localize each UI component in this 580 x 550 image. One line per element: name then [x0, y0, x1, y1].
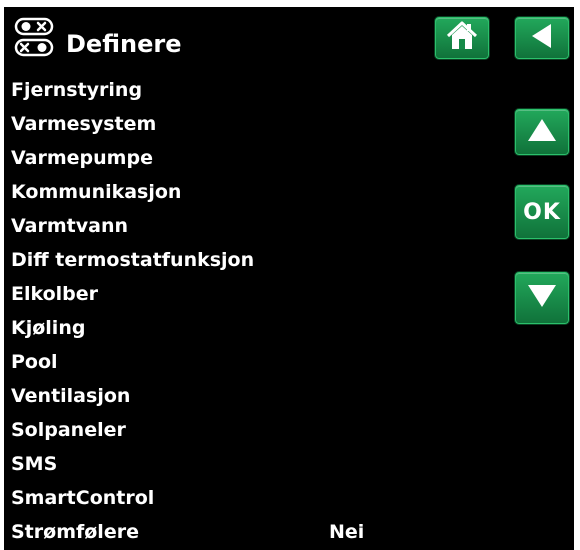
- menu-item-varmtvann[interactable]: Varmtvann: [11, 209, 501, 243]
- menu-item-varmepumpe[interactable]: Varmepumpe: [11, 141, 501, 175]
- menu-item-label: Varmepumpe: [11, 147, 153, 169]
- menu-item-kommunikasjon[interactable]: Kommunikasjon: [11, 175, 501, 209]
- settings-menu-list: Fjernstyring Varmesystem Varmepumpe Komm…: [11, 73, 501, 549]
- menu-item-smartcontrol[interactable]: SmartControl: [11, 481, 501, 515]
- home-button[interactable]: [435, 17, 489, 59]
- menu-item-label: Ventilasjon: [11, 385, 131, 407]
- down-arrow-icon: [526, 282, 558, 314]
- menu-item-ventilasjon[interactable]: Ventilasjon: [11, 379, 501, 413]
- menu-item-label: Pool: [11, 351, 58, 373]
- menu-item-kjoling[interactable]: Kjøling: [11, 311, 501, 345]
- menu-item-elkolber[interactable]: Elkolber: [11, 277, 501, 311]
- scroll-down-button[interactable]: [515, 272, 569, 324]
- menu-item-label: Elkolber: [11, 283, 99, 305]
- header: Definere: [4, 7, 574, 79]
- menu-item-label: SmartControl: [11, 487, 155, 509]
- menu-item-label: Varmtvann: [11, 215, 128, 237]
- ok-label: OK: [523, 199, 561, 225]
- menu-item-label: Diff termostatfunksjon: [11, 249, 255, 271]
- menu-item-label: Kjøling: [11, 317, 86, 339]
- menu-item-label: Kommunikasjon: [11, 181, 182, 203]
- page-title: Definere: [66, 30, 182, 58]
- menu-item-label: Fjernstyring: [11, 79, 143, 101]
- menu-item-label: Varmesystem: [11, 113, 157, 135]
- menu-item-value: Nei: [329, 521, 365, 543]
- menu-item-diff-termostatfunksjon[interactable]: Diff termostatfunksjon: [11, 243, 501, 277]
- menu-item-label: SMS: [11, 453, 58, 475]
- menu-item-label: Solpaneler: [11, 419, 126, 441]
- menu-item-varmesystem[interactable]: Varmesystem: [11, 107, 501, 141]
- menu-item-pool[interactable]: Pool: [11, 345, 501, 379]
- ok-button[interactable]: OK: [515, 185, 569, 239]
- menu-item-sms[interactable]: SMS: [11, 447, 501, 481]
- settings-toggle-icon: [11, 15, 57, 61]
- up-arrow-icon: [526, 116, 558, 148]
- scroll-up-button[interactable]: [515, 109, 569, 155]
- back-arrow-icon: [527, 21, 557, 55]
- menu-item-label: Strømfølere: [11, 521, 139, 543]
- home-icon: [445, 20, 479, 56]
- display-screen: Definere Fjernstyring Varmesystem Varmep: [4, 7, 574, 550]
- menu-item-stromfolere[interactable]: Strømfølere Nei: [11, 515, 501, 549]
- back-button[interactable]: [515, 17, 569, 59]
- menu-item-fjernstyring[interactable]: Fjernstyring: [11, 73, 501, 107]
- menu-item-solpaneler[interactable]: Solpaneler: [11, 413, 501, 447]
